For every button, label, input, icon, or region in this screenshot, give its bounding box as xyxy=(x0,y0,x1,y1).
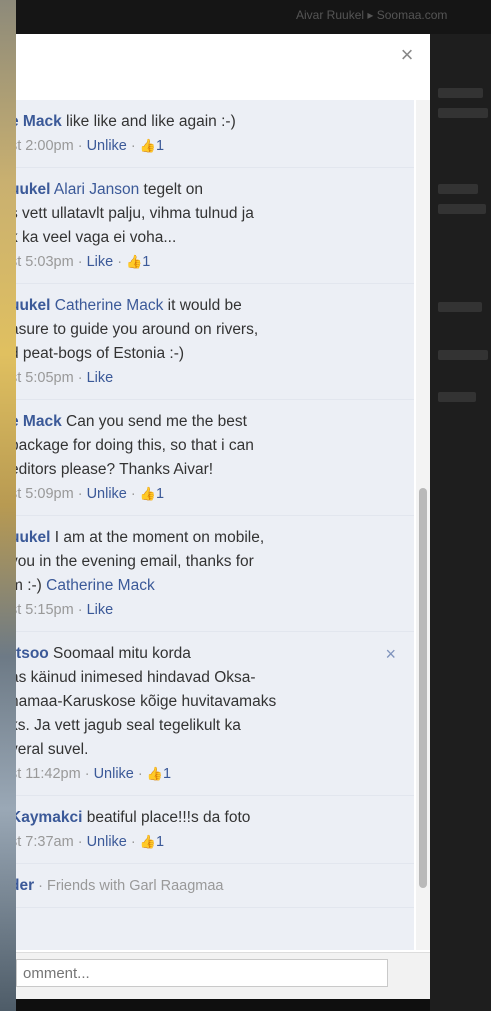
background-footer xyxy=(16,998,430,1011)
comment-text: m :-) xyxy=(16,577,42,594)
comment-author-link[interactable]: rtsoo xyxy=(16,645,49,662)
separator: · xyxy=(73,370,87,386)
comment-list: e Mack like like and like again :-) st 2… xyxy=(16,100,414,950)
like-link[interactable]: Like xyxy=(87,254,114,270)
comment-author-link[interactable]: Kaymakci xyxy=(16,809,82,826)
comment-scrollbar[interactable] xyxy=(416,100,430,950)
background-text-ghost xyxy=(438,184,478,194)
background-text-ghost xyxy=(438,350,488,360)
mention-link[interactable]: Alari Janson xyxy=(50,181,139,198)
comment-timestamp[interactable]: st 5:15pm xyxy=(16,602,74,618)
like-count[interactable]: 1 xyxy=(163,766,171,782)
comment-timestamp[interactable]: st 2:00pm xyxy=(16,138,74,154)
background-text-ghost xyxy=(438,88,483,98)
separator: · xyxy=(126,138,140,154)
comment-item: uukel I am at the moment on mobile, you … xyxy=(16,516,414,632)
comment-item: e Mack Can you send me the best package … xyxy=(16,400,414,516)
separator: · xyxy=(126,834,140,850)
comment-author-link[interactable]: e Mack xyxy=(16,113,62,130)
comment-text: package for doing this, so that i can xyxy=(16,437,254,454)
comment-text: d peat-bogs of Estonia :-) xyxy=(16,345,185,362)
separator: · xyxy=(73,138,87,154)
like-link[interactable]: Like xyxy=(87,370,114,386)
comment-item: × rtsoo Soomaal mitu korda as käinud ini… xyxy=(16,632,414,796)
comment-text: Can you send me the best xyxy=(61,413,247,430)
comment-text: asure to guide you around on rivers, xyxy=(16,321,259,338)
remove-comment-icon[interactable]: × xyxy=(385,642,396,666)
comment-text: as käinud inimesed hindavad Oksa- xyxy=(16,669,256,686)
thumbs-up-icon[interactable]: 👍 xyxy=(147,766,163,781)
comment-author-link[interactable]: uukel xyxy=(16,181,50,198)
comment-timestamp[interactable]: st 5:05pm xyxy=(16,370,74,386)
comment-item: Kaymakci beatiful place!!!s da foto st 7… xyxy=(16,796,414,864)
photo-comments-panel: × e Mack like like and like again :-) st… xyxy=(16,34,430,999)
background-text-ghost xyxy=(438,108,488,118)
friendship-text: · Friends with Garl Raagmaa xyxy=(34,878,224,894)
comment-author-link[interactable]: der xyxy=(16,877,34,894)
separator: · xyxy=(80,766,94,782)
comment-author-link[interactable]: e Mack xyxy=(16,413,62,430)
scrollbar-thumb[interactable] xyxy=(419,488,427,888)
close-icon[interactable]: × xyxy=(398,44,416,66)
mention-link[interactable]: Catherine Mack xyxy=(46,577,155,594)
thumbs-up-icon[interactable]: 👍 xyxy=(126,254,142,269)
comment-text: veral suvel. xyxy=(16,741,89,758)
unlike-link[interactable]: Unlike xyxy=(94,766,134,782)
comment-text: editors please? Thanks Aivar! xyxy=(16,461,214,478)
comment-text: ks. Ja vett jagub seal tegelikult ka xyxy=(16,717,241,734)
comment-text: k ka veel vaga ei voha... xyxy=(16,229,177,246)
unlike-link[interactable]: Unlike xyxy=(87,138,127,154)
comment-text: tegelt on xyxy=(139,181,204,198)
background-photo-strip xyxy=(0,0,16,1011)
separator: · xyxy=(113,254,127,270)
like-count[interactable]: 1 xyxy=(142,254,150,270)
comment-timestamp[interactable]: st 5:03pm xyxy=(16,254,74,270)
comment-timestamp[interactable]: st 11:42pm xyxy=(16,766,81,782)
background-right-column xyxy=(430,34,491,1011)
comment-text: namaa-Karuskose kõige huvitavamaks xyxy=(16,693,277,710)
comment-item: der · Friends with Garl Raagmaa xyxy=(16,864,414,908)
separator: · xyxy=(73,254,87,270)
separator: · xyxy=(73,486,87,502)
thumbs-up-icon[interactable]: 👍 xyxy=(140,834,156,849)
comment-author-link[interactable]: uukel xyxy=(16,297,50,314)
comment-text: Soomaal mitu korda xyxy=(48,645,191,662)
comment-text: s vett ullatavlt palju, vihma tulnud ja xyxy=(16,205,254,222)
like-link[interactable]: Like xyxy=(87,602,114,618)
comment-input[interactable] xyxy=(16,959,388,987)
unlike-link[interactable]: Unlike xyxy=(87,834,127,850)
comment-text: it would be xyxy=(163,297,242,314)
comment-author-link[interactable]: uukel xyxy=(16,529,50,546)
comment-item: e Mack like like and like again :-) st 2… xyxy=(16,100,414,168)
separator: · xyxy=(73,834,87,850)
background-text-ghost xyxy=(438,204,486,214)
background-text-ghost xyxy=(438,302,482,312)
background-text-ghost xyxy=(438,392,476,402)
comment-item: uukel Catherine Mack it would be asure t… xyxy=(16,284,414,400)
comment-text: beatiful place!!!s da foto xyxy=(82,809,251,826)
thumbs-up-icon[interactable]: 👍 xyxy=(140,138,156,153)
like-count[interactable]: 1 xyxy=(156,138,164,154)
comment-timestamp[interactable]: st 5:09pm xyxy=(16,486,74,502)
separator: · xyxy=(133,766,147,782)
background-header: Aivar Ruukel ▸ Soomaa.com xyxy=(16,0,491,34)
like-count[interactable]: 1 xyxy=(156,486,164,502)
comment-composer xyxy=(16,952,430,999)
background-header-text: Aivar Ruukel ▸ Soomaa.com xyxy=(296,8,448,22)
comment-text: like like and like again :-) xyxy=(61,113,236,130)
like-count[interactable]: 1 xyxy=(156,834,164,850)
comment-text: you in the evening email, thanks for xyxy=(16,553,254,570)
comment-timestamp[interactable]: st 7:37am xyxy=(16,834,74,850)
thumbs-up-icon[interactable]: 👍 xyxy=(140,486,156,501)
unlike-link[interactable]: Unlike xyxy=(87,486,127,502)
separator: · xyxy=(73,602,87,618)
mention-link[interactable]: Catherine Mack xyxy=(50,297,164,314)
comment-item: uukel Alari Janson tegelt on s vett ulla… xyxy=(16,168,414,284)
comment-text: I am at the moment on mobile, xyxy=(50,529,265,546)
separator: · xyxy=(126,486,140,502)
